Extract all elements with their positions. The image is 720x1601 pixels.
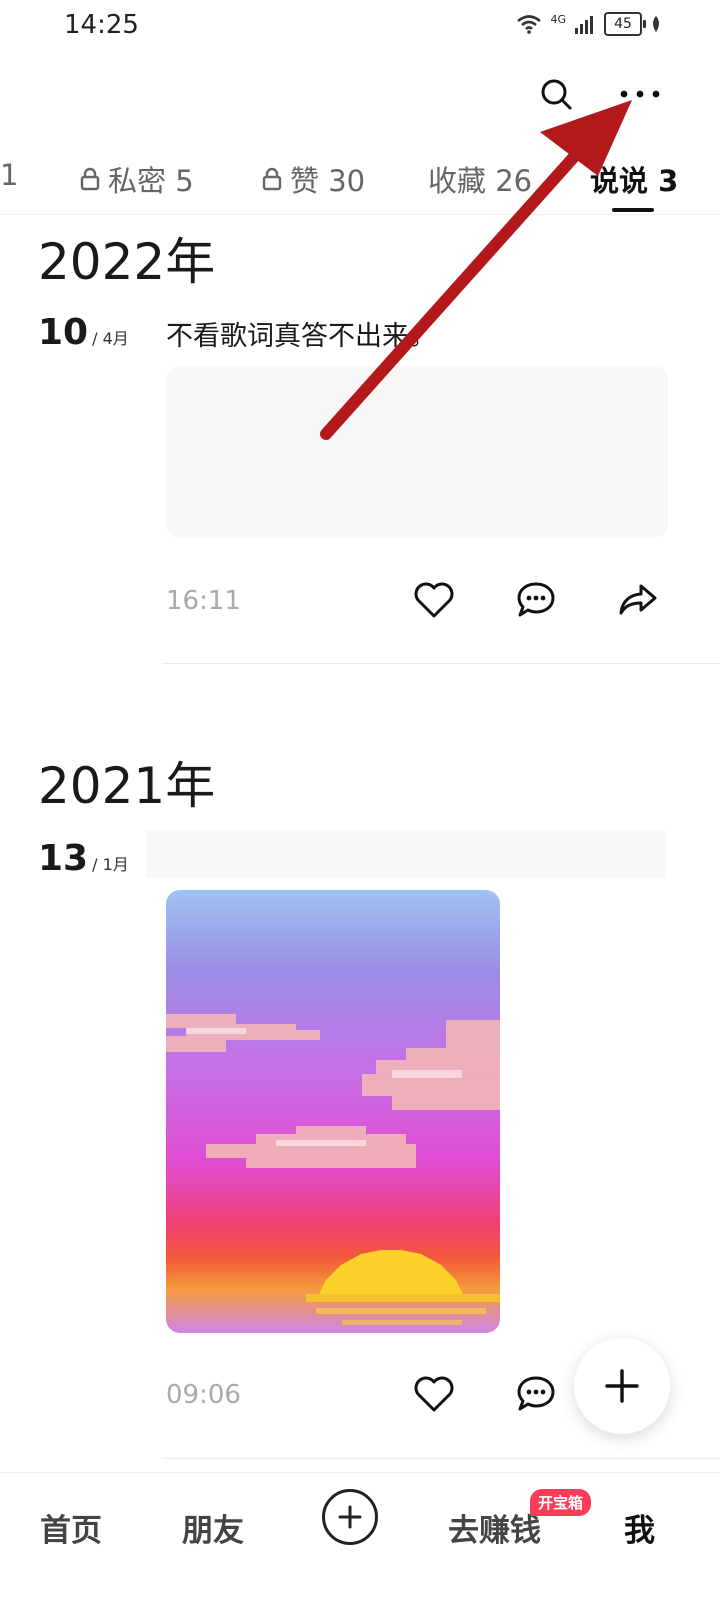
bottom-navigation: 首页 朋友 去赚钱 开宝箱 我 — [0, 1472, 720, 1601]
like-button[interactable] — [406, 1366, 462, 1422]
tabs-divider — [0, 214, 720, 215]
network-type: 4G — [550, 12, 566, 26]
year-heading: 2022年 — [38, 233, 216, 291]
post-time: 09:06 — [166, 1380, 241, 1410]
share-arrow-icon — [619, 584, 657, 615]
comment-button[interactable] — [508, 572, 564, 628]
signal-icon — [575, 16, 593, 34]
tab-shuoshuo[interactable]: 说说 3 — [590, 158, 678, 200]
lock-icon — [80, 167, 100, 191]
heart-icon — [414, 582, 454, 618]
active-tab-indicator — [612, 208, 654, 212]
leaf-icon — [653, 16, 659, 32]
post-divider — [162, 1458, 720, 1459]
more-options-button[interactable] — [616, 70, 664, 118]
tab-label: 1 — [0, 158, 19, 192]
plus-icon — [605, 1369, 639, 1403]
tab-likes[interactable]: 赞 30 — [262, 158, 365, 200]
post-text[interactable]: 不看歌词真答不出来。 — [166, 314, 436, 353]
comment-bubble-icon — [517, 1376, 555, 1411]
wifi-icon — [517, 15, 542, 34]
search-button[interactable] — [532, 70, 580, 118]
search-icon — [541, 79, 572, 110]
treasure-box-badge: 开宝箱 — [530, 1489, 592, 1516]
post-divider — [162, 663, 720, 664]
plus-icon — [338, 1505, 362, 1529]
post-time: 16:11 — [166, 586, 241, 616]
floating-add-button[interactable] — [574, 1338, 670, 1434]
tab-private[interactable]: 私密 5 — [80, 158, 194, 200]
post-date: 13/ 1月 — [38, 838, 129, 879]
tab-label: 说说 3 — [590, 164, 679, 198]
status-icons: 4G 45 — [516, 12, 662, 36]
lock-icon — [262, 167, 282, 191]
post-day: 10 — [38, 312, 89, 353]
status-time: 14:25 — [64, 10, 139, 40]
post-media-placeholder[interactable] — [166, 366, 668, 538]
tab-works[interactable]: 1 — [0, 158, 18, 192]
tab-label: 收藏 26 — [428, 164, 533, 198]
nav-me[interactable]: 我 — [624, 1505, 655, 1550]
nav-earn[interactable]: 去赚钱 — [448, 1505, 541, 1550]
comment-bubble-icon — [517, 582, 555, 617]
post-day: 13 — [38, 838, 89, 879]
tab-favorites[interactable]: 收藏 26 — [428, 158, 532, 200]
nav-create-button[interactable] — [322, 1489, 378, 1545]
more-dots-icon — [620, 90, 660, 98]
post-text-placeholder — [146, 830, 666, 878]
share-button[interactable] — [610, 572, 666, 628]
pixel-sunset-image — [166, 890, 500, 1333]
comment-button[interactable] — [508, 1366, 564, 1422]
post-month: / 4月 — [92, 329, 129, 348]
post-month: / 1月 — [92, 855, 129, 874]
tab-label: 私密 5 — [108, 164, 194, 198]
post-photo[interactable] — [166, 890, 500, 1333]
year-heading: 2021年 — [38, 757, 216, 815]
tab-label: 赞 30 — [290, 164, 366, 198]
battery-indicator: 45 — [604, 12, 646, 36]
post-date: 10/ 4月 — [38, 312, 129, 353]
like-button[interactable] — [406, 572, 462, 628]
nav-friends[interactable]: 朋友 — [182, 1505, 244, 1550]
heart-icon — [414, 1376, 454, 1412]
nav-home[interactable]: 首页 — [40, 1505, 102, 1550]
